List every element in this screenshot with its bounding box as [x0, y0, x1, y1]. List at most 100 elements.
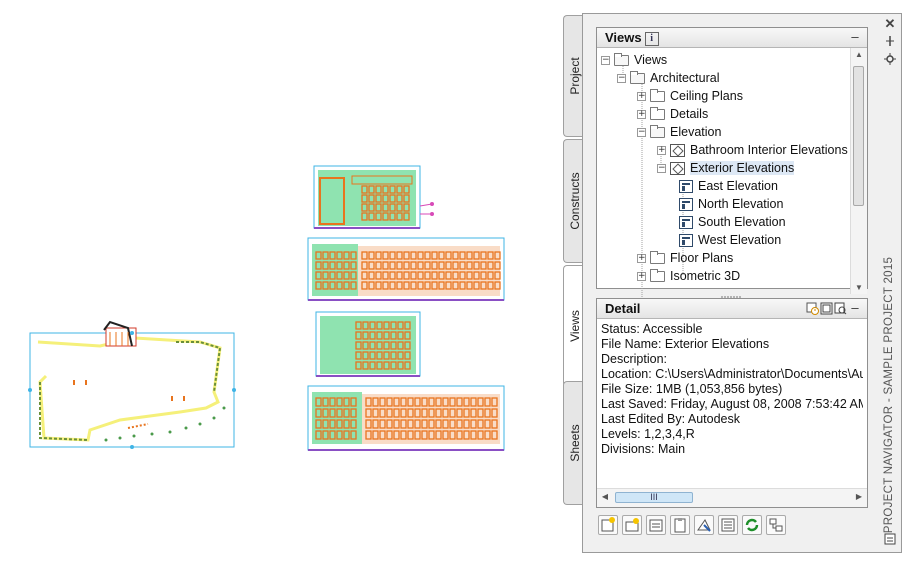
tree-item[interactable]: + Details — [637, 105, 708, 123]
tree-item-label: South Elevation — [698, 215, 786, 229]
views-scroll-thumb[interactable] — [853, 66, 864, 206]
elevation-drawing-4[interactable] — [307, 385, 505, 451]
tree-item[interactable]: West Elevation — [679, 231, 781, 249]
views-vertical-scrollbar[interactable]: ▲ ▼ — [850, 48, 867, 294]
minimize-views-button[interactable]: – — [849, 29, 861, 44]
detail-line: Last Edited By: Autodesk — [601, 412, 740, 426]
views-panel: Views i – − Views − Architectural + Ceiling Pl… — [596, 27, 868, 314]
view-icon — [679, 179, 693, 193]
detail-line: Location: C:\Users\Administrator\Documen… — [601, 367, 863, 381]
scroll-left-arrow-icon[interactable]: ◀ — [597, 492, 613, 501]
tree-item[interactable]: East Elevation — [679, 177, 778, 195]
view-icon — [679, 197, 693, 211]
category-icon — [670, 143, 685, 157]
palette-menu-icon[interactable] — [882, 533, 898, 548]
tree-item[interactable]: + Floor Plans — [637, 249, 733, 267]
new-view-button[interactable] — [598, 515, 618, 535]
tree-item-label: East Elevation — [698, 179, 778, 193]
detail-line: File Name: Exterior Elevations — [601, 337, 770, 351]
expand-icon[interactable]: + — [637, 253, 646, 263]
panel-splitter[interactable] — [596, 288, 868, 298]
detail-line: Last Saved: Friday, August 08, 2008 7:53… — [601, 397, 863, 411]
tree-item[interactable]: − Views — [601, 51, 667, 69]
refresh-button[interactable] — [742, 515, 762, 535]
auto-hide-icon[interactable] — [882, 35, 898, 50]
elevation-drawing-2[interactable] — [307, 237, 505, 301]
elevation-drawing-3[interactable] — [315, 311, 421, 377]
tree-item[interactable]: North Elevation — [679, 195, 783, 213]
detail-panel-title: Detail — [605, 301, 641, 316]
tree-item[interactable]: − Exterior Elevations — [657, 159, 795, 177]
floor-plan-drawing[interactable] — [28, 320, 236, 449]
tree-item[interactable]: − Architectural — [617, 69, 719, 87]
detail-panel: Detail – Status: Accessible File Name: Ex… — [596, 298, 868, 508]
views-panel-header: Views i – — [597, 28, 867, 48]
collapse-icon[interactable]: − — [617, 73, 626, 83]
detail-panel-header: Detail – — [597, 299, 867, 319]
preview-icon[interactable] — [820, 302, 833, 315]
collapse-icon[interactable]: − — [601, 55, 610, 65]
tree-item-label: Exterior Elevations — [690, 161, 795, 175]
views-tree[interactable]: − Views − Architectural + Ceiling Plans + Detai… — [597, 48, 853, 314]
tree-item-label: North Elevation — [698, 197, 784, 211]
clipboard-button[interactable] — [670, 515, 690, 535]
hierarchy-button[interactable] — [766, 515, 786, 535]
properties-button[interactable] — [718, 515, 738, 535]
history-icon[interactable] — [806, 302, 819, 315]
drawing-svg — [28, 165, 505, 451]
tree-item-label: Architectural — [650, 71, 720, 85]
collapse-icon[interactable]: − — [657, 163, 666, 173]
view-icon — [679, 215, 693, 229]
expand-icon[interactable]: + — [657, 145, 666, 155]
detail-line: Levels: 1,2,3,4,R — [601, 427, 695, 441]
tree-item-label: Floor Plans — [670, 251, 734, 265]
folder-icon — [650, 268, 665, 282]
folder-icon — [650, 250, 665, 264]
tree-item-label: Bathroom Interior Elevations — [690, 143, 848, 157]
tree-item[interactable]: + Ceiling Plans — [637, 87, 743, 105]
scroll-right-arrow-icon[interactable]: ▶ — [851, 492, 867, 501]
info-icon[interactable]: i — [644, 32, 659, 46]
folder-open-icon — [614, 52, 629, 66]
regenerate-button[interactable] — [646, 515, 666, 535]
elevation-drawing-1[interactable] — [313, 165, 434, 229]
tree-item-label: Ceiling Plans — [670, 89, 743, 103]
detail-text: Status: Accessible File Name: Exterior El… — [601, 322, 863, 457]
tree-item[interactable]: + Isometric 3D — [637, 267, 740, 285]
navigator-toolbar — [596, 515, 796, 541]
folder-open-icon — [650, 124, 665, 138]
views-panel-title: Views i — [605, 30, 659, 46]
detail-line: Divisions: Main — [601, 442, 686, 456]
repath-button[interactable] — [694, 515, 714, 535]
tree-item-label: Isometric 3D — [670, 269, 741, 283]
tree-item[interactable]: − Elevation — [637, 123, 721, 141]
new-category-button[interactable] — [622, 515, 642, 535]
palette-title: PROJECT NAVIGATOR - SAMPLE PROJECT 2015 — [883, 256, 895, 533]
drawing-canvas[interactable] — [0, 0, 560, 566]
folder-icon — [650, 106, 665, 120]
view-icon — [679, 233, 693, 247]
properties-menu-icon[interactable] — [882, 53, 898, 68]
folder-icon — [650, 88, 665, 102]
tree-item-label: West Elevation — [698, 233, 782, 247]
tree-item[interactable]: + Bathroom Interior Elevations — [657, 141, 848, 159]
folder-open-icon — [630, 70, 645, 84]
expand-icon[interactable]: + — [637, 109, 646, 119]
expand-icon[interactable]: + — [637, 91, 646, 101]
detail-scroll-thumb[interactable]: III — [615, 492, 693, 503]
tree-item-label: Details — [670, 107, 709, 121]
zoom-preview-icon[interactable] — [834, 302, 847, 315]
tree-item[interactable]: South Elevation — [679, 213, 786, 231]
category-icon — [670, 161, 685, 175]
tree-item-label: Elevation — [670, 125, 722, 139]
scroll-up-arrow-icon[interactable]: ▲ — [851, 50, 867, 59]
detail-line: File Size: 1MB (1,053,856 bytes) — [601, 382, 783, 396]
close-icon[interactable]: ✕ — [882, 16, 898, 32]
collapse-icon[interactable]: − — [637, 127, 646, 137]
tree-item-label: Views — [634, 53, 668, 67]
detail-horizontal-scrollbar[interactable]: ◀ III ▶ — [597, 488, 867, 507]
detail-line: Status: Accessible — [601, 322, 703, 336]
expand-icon[interactable]: + — [637, 271, 646, 281]
minimize-detail-button[interactable]: – — [849, 300, 861, 315]
detail-line: Description: — [601, 352, 667, 366]
